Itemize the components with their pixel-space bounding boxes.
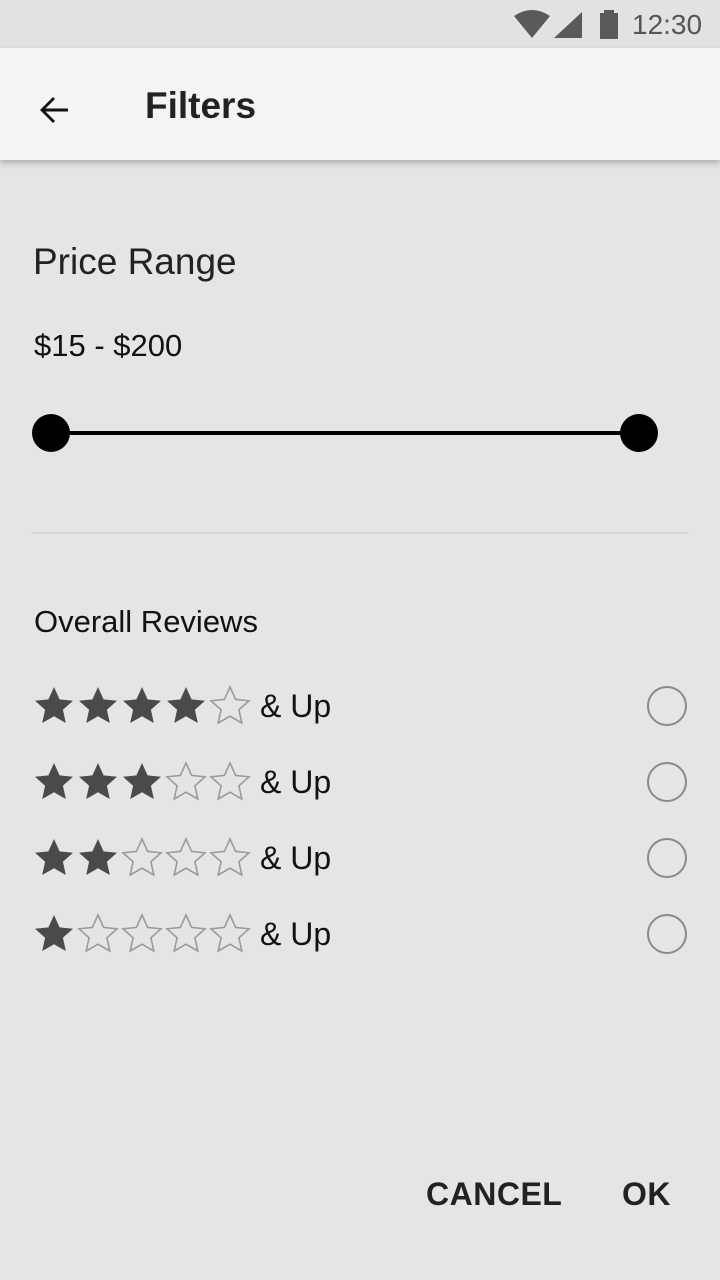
- cancel-button[interactable]: CANCEL: [426, 1172, 562, 1216]
- radio-button[interactable]: [647, 914, 687, 954]
- star-outline-icon: [121, 913, 163, 953]
- star-filled-icon: [79, 687, 117, 723]
- back-button[interactable]: [24, 80, 84, 140]
- review-option-label: & Up: [260, 916, 332, 952]
- star-filled-icon: [79, 839, 117, 875]
- star-outline-icon: [121, 837, 163, 877]
- star-filled-icon: [123, 687, 161, 723]
- price-range-slider[interactable]: [30, 412, 660, 454]
- star-outline-icon: [209, 685, 251, 725]
- app-bar: Filters: [0, 48, 720, 160]
- star-rating: [32, 912, 252, 956]
- slider-min-thumb[interactable]: [32, 414, 70, 452]
- ok-button[interactable]: OK: [622, 1172, 671, 1216]
- slider-max-thumb[interactable]: [620, 414, 658, 452]
- status-time: 12:30: [632, 9, 703, 40]
- star-filled-icon: [167, 687, 205, 723]
- star-filled-icon: [123, 763, 161, 799]
- review-option-3-stars[interactable]: & Up: [32, 754, 692, 810]
- star-rating: [32, 684, 252, 728]
- radio-button[interactable]: [647, 762, 687, 802]
- review-option-label: & Up: [260, 840, 332, 876]
- star-outline-icon: [165, 913, 207, 953]
- star-filled-icon: [35, 839, 73, 875]
- review-option-1-star[interactable]: & Up: [32, 906, 692, 962]
- review-option-2-stars[interactable]: & Up: [32, 830, 692, 886]
- review-option-label: & Up: [260, 764, 332, 800]
- review-option-4-stars[interactable]: & Up: [32, 678, 692, 734]
- star-outline-icon: [209, 761, 251, 801]
- star-outline-icon: [165, 837, 207, 877]
- star-filled-icon: [35, 687, 73, 723]
- page-title: Filters: [145, 85, 257, 126]
- slider-track[interactable]: [50, 431, 640, 435]
- price-range-value: $15 - $200: [34, 328, 183, 363]
- radio-button[interactable]: [647, 838, 687, 878]
- star-filled-icon: [35, 915, 73, 951]
- star-outline-icon: [209, 837, 251, 877]
- star-outline-icon: [77, 913, 119, 953]
- review-option-label: & Up: [260, 688, 332, 724]
- star-filled-icon: [35, 763, 73, 799]
- cellular-signal-icon: [554, 12, 582, 38]
- arrow-back-icon: [40, 97, 68, 123]
- radio-button[interactable]: [647, 686, 687, 726]
- section-divider: [31, 532, 689, 534]
- star-rating: [32, 760, 252, 804]
- status-bar: 12:30: [0, 0, 720, 48]
- star-outline-icon: [209, 913, 251, 953]
- overall-reviews-heading: Overall Reviews: [34, 604, 258, 639]
- star-outline-icon: [165, 761, 207, 801]
- price-range-heading: Price Range: [33, 241, 237, 282]
- star-rating: [32, 836, 252, 880]
- star-filled-icon: [79, 763, 117, 799]
- battery-icon: [600, 10, 618, 39]
- wifi-icon: [514, 10, 550, 38]
